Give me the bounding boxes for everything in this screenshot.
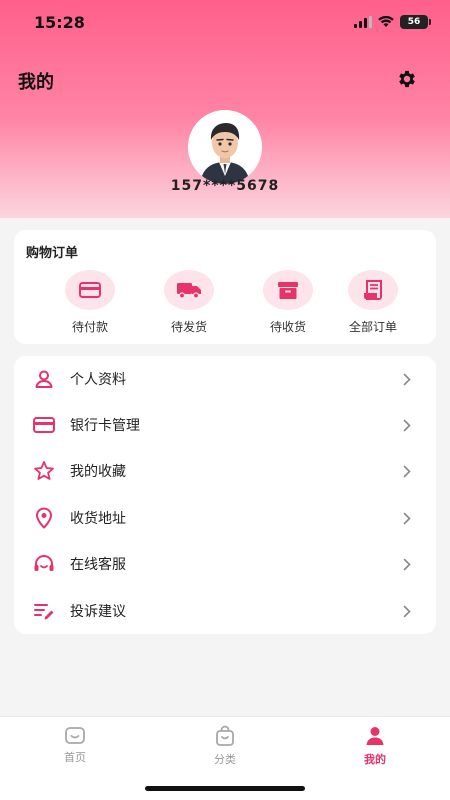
tab-label: 首页 — [64, 751, 86, 764]
chevron-right-icon — [400, 511, 414, 525]
menu-item-bank-card[interactable]: 银行卡管理 — [14, 402, 436, 448]
order-all[interactable]: 全部订单 — [328, 270, 418, 335]
menu-item-feedback[interactable]: 投诉建议 — [14, 588, 436, 634]
tab-mine[interactable]: 我的 — [300, 725, 450, 767]
orders-card: 购物订单 待付款 待发货 待收货 全部订单 — [14, 230, 436, 344]
bank-card-icon — [32, 413, 56, 437]
chevron-right-icon — [400, 418, 414, 432]
home-icon — [65, 727, 85, 744]
chevron-right-icon — [400, 557, 414, 571]
menu-card: 个人资料 银行卡管理 我的收藏 收货地址 在线客服 投诉建议 — [14, 356, 436, 634]
location-pin-icon — [32, 506, 56, 530]
truck-icon — [164, 270, 214, 310]
menu-item-favorites[interactable]: 我的收藏 — [14, 448, 436, 494]
feedback-icon — [32, 599, 56, 623]
avatar[interactable] — [188, 110, 262, 184]
menu-item-profile[interactable]: 个人资料 — [14, 356, 436, 402]
home-indicator — [145, 786, 305, 791]
orders-title: 购物订单 — [26, 246, 79, 261]
user-icon — [32, 367, 56, 391]
status-icons: 56 — [354, 15, 431, 29]
menu-label: 投诉建议 — [70, 604, 126, 620]
headset-icon — [32, 552, 56, 576]
receipt-icon — [348, 270, 398, 310]
gear-icon[interactable] — [394, 66, 420, 92]
menu-item-customer-service[interactable]: 在线客服 — [14, 541, 436, 587]
tab-home[interactable]: 首页 — [0, 725, 150, 765]
bag-icon — [216, 725, 234, 746]
status-bar: 15:28 56 — [0, 0, 450, 44]
tab-category[interactable]: 分类 — [150, 725, 300, 767]
profile-icon — [366, 727, 384, 745]
menu-label: 我的收藏 — [70, 464, 126, 480]
signal-icon — [354, 16, 372, 28]
menu-item-address[interactable]: 收货地址 — [14, 495, 436, 541]
chevron-right-icon — [400, 372, 414, 386]
menu-label: 个人资料 — [70, 372, 126, 388]
box-icon — [263, 270, 313, 310]
order-pending-shipment[interactable]: 待发货 — [144, 270, 234, 335]
order-label: 待付款 — [71, 320, 108, 334]
menu-label: 在线客服 — [70, 557, 126, 573]
chevron-right-icon — [400, 464, 414, 478]
menu-label: 银行卡管理 — [70, 418, 140, 434]
card-icon — [65, 270, 115, 310]
page-title: 我的 — [18, 72, 54, 93]
order-pending-receipt[interactable]: 待收货 — [243, 270, 333, 335]
status-time: 15:28 — [34, 12, 85, 32]
order-label: 待收货 — [269, 320, 306, 334]
order-label: 待发货 — [170, 320, 207, 334]
phone-number: 157****5678 — [170, 178, 280, 194]
star-icon — [32, 459, 56, 483]
menu-label: 收货地址 — [70, 511, 126, 527]
tab-label: 我的 — [364, 753, 386, 766]
order-pending-payment[interactable]: 待付款 — [45, 270, 135, 335]
wifi-icon — [378, 16, 394, 27]
chevron-right-icon — [400, 604, 414, 618]
tab-label: 分类 — [214, 753, 236, 766]
battery-icon: 56 — [400, 15, 431, 29]
order-label: 全部订单 — [348, 320, 397, 334]
